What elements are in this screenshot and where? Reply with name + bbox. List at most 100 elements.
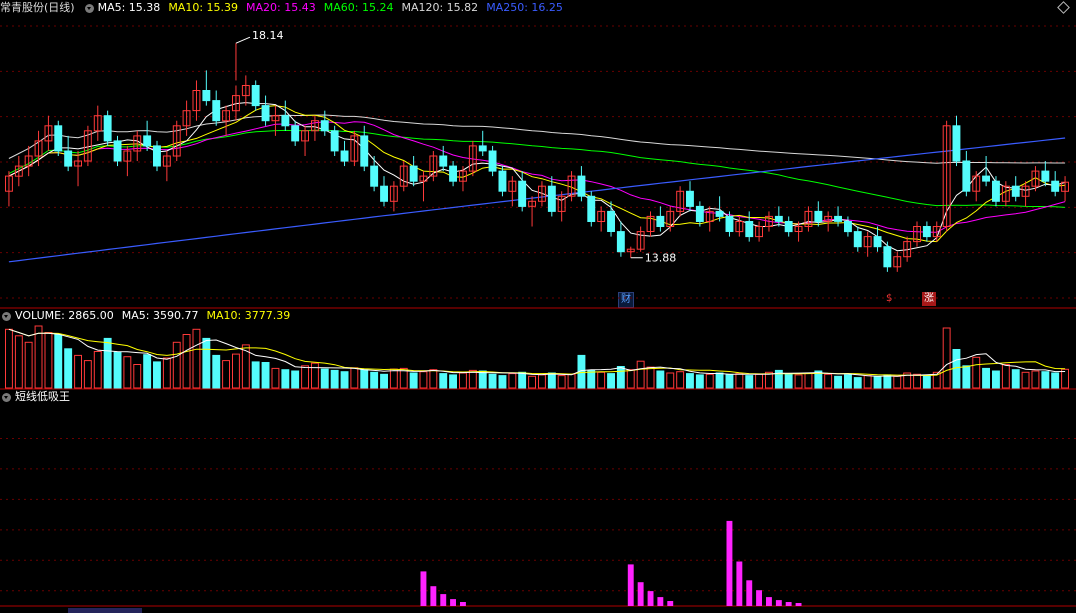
- volume-bar: [340, 371, 349, 389]
- candle-body: [251, 85, 260, 107]
- volume-bar: [1061, 368, 1069, 389]
- volume-bar: [873, 376, 882, 389]
- signal-bar: [637, 582, 644, 606]
- candle-body: [922, 226, 931, 238]
- volume-bar: [538, 374, 546, 389]
- candle-body: [774, 215, 783, 222]
- candle-body: [212, 100, 221, 122]
- low-price-label: 13.88: [645, 252, 677, 265]
- signal-bar: [460, 602, 466, 606]
- candle-body: [409, 165, 418, 182]
- volume-bar: [370, 371, 379, 389]
- candle-body: [320, 120, 329, 132]
- volume-bar: [853, 377, 862, 389]
- volume-bar: [498, 375, 507, 389]
- volume-bar: [1041, 371, 1050, 389]
- candle-body: [962, 160, 971, 192]
- volume-bar: [360, 369, 369, 389]
- volume-bar: [863, 375, 872, 389]
- volume-bar: [419, 371, 428, 389]
- volume-bar: [547, 372, 556, 389]
- volume-bar: [271, 367, 280, 389]
- volume-bar: [291, 370, 300, 389]
- volume-bar: [1031, 370, 1040, 389]
- candle-body: [330, 130, 339, 152]
- volume-bar: [439, 373, 448, 389]
- candle-body: [873, 236, 882, 248]
- kline-chart[interactable]: 18.14 13.88: [0, 0, 1076, 613]
- volume-bar: [705, 373, 714, 389]
- candle-body: [725, 215, 734, 232]
- volume-bar: [449, 374, 458, 389]
- volume-bar: [1051, 372, 1060, 389]
- candle-body: [488, 150, 497, 172]
- volume-bar: [893, 375, 902, 389]
- volume-bar: [468, 369, 477, 389]
- signal-bar: [726, 520, 733, 606]
- volume-bar: [488, 373, 497, 389]
- candle-body: [103, 115, 112, 142]
- high-pointer: [235, 36, 251, 44]
- volume-bar: [1011, 369, 1020, 389]
- volume-bar: [24, 341, 33, 389]
- volume-bar: [844, 374, 852, 389]
- volume-bar: [962, 365, 971, 389]
- candle-body: [784, 221, 793, 233]
- volume-bar: [251, 361, 260, 389]
- candle-body: [360, 135, 369, 167]
- volume-bar: [883, 374, 892, 389]
- candle-body: [64, 150, 73, 167]
- volume-bar: [784, 373, 793, 389]
- candle-body: [478, 145, 487, 152]
- signal-bar: [795, 603, 802, 606]
- volume-bar: [123, 356, 132, 389]
- signal-bar: [450, 599, 456, 606]
- volume-ma5-line: [8, 328, 1066, 377]
- volume-bar: [656, 370, 665, 389]
- candle-body: [607, 210, 615, 232]
- candle-body: [291, 125, 300, 142]
- volume-bar: [616, 366, 625, 389]
- volume-bar: [14, 335, 23, 389]
- volume-bar: [725, 374, 734, 389]
- volume-bar: [834, 375, 842, 389]
- volume-bar: [83, 360, 92, 389]
- candle-body: [853, 231, 862, 248]
- volume-bar: [992, 370, 1000, 389]
- volume-bar: [409, 372, 418, 389]
- volume-bar: [508, 373, 517, 389]
- volume-bar: [646, 366, 655, 389]
- volume-bar: [695, 374, 704, 389]
- volume-bar: [459, 372, 467, 389]
- candle-body: [686, 190, 694, 207]
- candle-body: [982, 175, 990, 182]
- candle-body: [587, 195, 596, 223]
- volume-bar: [1021, 371, 1030, 389]
- volume-bar: [64, 348, 73, 389]
- volume-bar: [804, 372, 813, 389]
- candle-body: [952, 125, 961, 162]
- volume-bar: [330, 369, 339, 389]
- volume-bar: [5, 328, 13, 389]
- signal-bar: [440, 594, 447, 606]
- volume-bar: [518, 371, 527, 389]
- volume-bar: [172, 341, 181, 389]
- candle-body: [153, 145, 161, 167]
- candle-body: [1041, 170, 1050, 182]
- volume-bar: [320, 368, 329, 389]
- candle-body: [1051, 180, 1060, 192]
- volume-bar: [380, 373, 389, 389]
- candle-body: [449, 165, 458, 182]
- candle-body: [844, 221, 852, 233]
- signal-bar: [785, 602, 792, 606]
- volume-bar: [666, 372, 675, 389]
- candle-body: [547, 185, 556, 212]
- volume-bar: [676, 371, 685, 389]
- candle-body: [143, 135, 152, 147]
- volume-bar: [982, 367, 990, 389]
- volume-bar: [913, 373, 921, 389]
- bottom-scroll-bar[interactable]: [68, 608, 142, 613]
- volume-bar: [557, 375, 566, 389]
- volume-bar: [528, 375, 536, 389]
- candle-body: [745, 221, 754, 238]
